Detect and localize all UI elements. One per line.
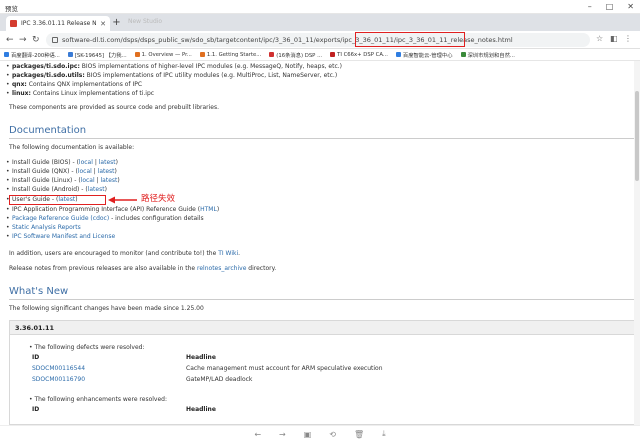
local-link[interactable]: local: [81, 177, 95, 184]
col-id: ID: [32, 354, 40, 361]
defect-headline: Cache management must account for ARM sp…: [186, 365, 383, 372]
vertical-scrollbar[interactable]: [634, 61, 640, 425]
image-icon[interactable]: ▣: [304, 430, 312, 439]
viewer-bottom-bar: ← → ▣ ⟲ 🗑 ⤓: [0, 425, 640, 442]
whats-new-intro: The following significant changes have b…: [9, 305, 204, 312]
list-item: qnx: Contains QNX implementations of IPC: [6, 81, 142, 88]
release-section: 3.36.01.11 • The following defects were …: [9, 320, 640, 425]
bookmark-favicon-icon: [67, 52, 73, 57]
list-item: Install Guide (Linux) - (local | latest): [6, 177, 120, 184]
window-controls: – □ ✕: [588, 2, 634, 11]
bookmark-favicon-icon: [199, 52, 205, 57]
ti-favicon-icon: [10, 20, 17, 27]
menu-dots-icon[interactable]: ⋮: [624, 34, 632, 43]
next-arrow-icon[interactable]: →: [279, 430, 286, 439]
list-item: Install Guide (QNX) - (local | latest): [6, 168, 117, 175]
ti-wiki-link[interactable]: TI Wiki: [218, 250, 238, 257]
doc-intro: The following documentation is available…: [9, 144, 135, 151]
star-icon[interactable]: ☆: [596, 34, 603, 43]
bookmark-favicon-icon: [460, 52, 466, 57]
url-highlight-box: [355, 32, 465, 47]
prev-arrow-icon[interactable]: ←: [254, 430, 261, 439]
latest-link[interactable]: latest: [99, 159, 116, 166]
package-reference-link[interactable]: Package Reference Guide (cdoc): [12, 215, 109, 222]
scrollbar-thumb[interactable]: [635, 91, 639, 181]
list-item: Install Guide (BIOS) - (local | latest): [6, 159, 118, 166]
release-version: 3.36.01.11: [10, 321, 640, 335]
bookmark-item[interactable]: TI C66x+ DSP CA...: [330, 52, 388, 58]
local-link[interactable]: local: [78, 168, 92, 175]
page-content: packages/ti.sdo.ipc: BIOS implementation…: [0, 61, 640, 425]
bookmark-item[interactable]: 1. Overview — Pr...: [134, 52, 192, 58]
tab-release-notes[interactable]: IPC 3.36.01.11 Release Notes ✕: [6, 16, 110, 31]
wiki-paragraph: In addition, users are encouraged to mon…: [9, 250, 241, 257]
latest-link[interactable]: latest: [88, 186, 105, 193]
window-title: 预览: [5, 5, 18, 13]
tab-close-icon[interactable]: ✕: [100, 20, 106, 28]
bookmark-item[interactable]: 深圳市规划和自然...: [460, 51, 515, 59]
latest-link[interactable]: latest: [98, 168, 115, 175]
bookmark-item[interactable]: 百度翻译-200种语...: [4, 51, 60, 59]
heading-rule: [9, 299, 640, 300]
whats-new-heading: What's New: [9, 286, 69, 297]
close-window-icon[interactable]: ✕: [627, 2, 634, 11]
list-item: packages/ti.sdo.ipc: BIOS implementation…: [6, 63, 342, 70]
bookmark-item[interactable]: [SK-19645] 【力我...: [67, 51, 127, 59]
col-headline: Headline: [186, 354, 216, 361]
maximize-icon[interactable]: □: [606, 2, 614, 11]
bookmark-favicon-icon: [269, 52, 275, 57]
list-item: Install Guide (Android) - (latest): [6, 186, 107, 193]
bookmark-item[interactable]: (16条消息) DSP ...: [269, 51, 322, 59]
bookmark-item[interactable]: 百度智能云-管理中心: [395, 51, 453, 59]
enhancements-intro: • The following enhancements were resolv…: [29, 396, 167, 403]
defect-id-link[interactable]: SDOCM00116790: [32, 376, 85, 383]
col-id: ID: [32, 406, 40, 413]
list-item: Static Analysis Reports: [6, 224, 81, 231]
relnotes-archive-link[interactable]: relnotes_archive: [197, 265, 246, 272]
window-titlebar: 预览 – □ ✕: [0, 0, 640, 14]
components-paragraph: These components are provided as source …: [9, 104, 220, 111]
api-html-link[interactable]: HTML: [200, 206, 217, 213]
list-item: IPC Application Programming Interface (A…: [6, 206, 219, 213]
static-analysis-link[interactable]: Static Analysis Reports: [12, 224, 81, 231]
documentation-heading: Documentation: [9, 125, 87, 136]
address-bar[interactable]: software-dl.ti.com/dsps/dsps_public_sw/s…: [46, 33, 590, 47]
ghost-tab-label: New Studio: [128, 18, 163, 25]
bookmark-item[interactable]: 1.1. Getting Starte...: [199, 52, 261, 58]
list-item: IPC Software Manifest and License: [6, 233, 115, 240]
back-arrow-icon[interactable]: ←: [6, 34, 14, 46]
bookmark-favicon-icon: [395, 52, 401, 57]
reload-icon[interactable]: ↻: [32, 34, 40, 46]
forward-arrow-icon[interactable]: →: [19, 34, 27, 46]
latest-link[interactable]: latest: [101, 177, 118, 184]
heading-rule: [9, 138, 640, 139]
bookmark-favicon-icon: [330, 52, 336, 57]
annotation-box: [9, 195, 106, 205]
list-item: Package Reference Guide (cdoc) - include…: [6, 215, 204, 222]
new-tab-plus-icon[interactable]: +: [110, 17, 123, 30]
extension-icon[interactable]: ◧: [610, 34, 618, 43]
bookmark-favicon-icon: [134, 52, 140, 57]
annotation-text: 路径失效: [141, 194, 176, 204]
defects-intro: • The following defects were resolved:: [29, 344, 145, 351]
list-item: linux: Contains Linux implementations of…: [6, 90, 154, 97]
tab-bar: IPC 3.36.01.11 Release Notes ✕ + New Stu…: [0, 14, 640, 31]
download-icon[interactable]: ⤓: [382, 429, 386, 439]
col-headline: Headline: [186, 406, 216, 413]
list-item: packages/ti.sdo.utils: BIOS implementati…: [6, 72, 337, 79]
delete-icon[interactable]: 🗑: [354, 430, 364, 439]
rotate-icon[interactable]: ⟲: [329, 430, 336, 439]
bookmark-favicon-icon: [4, 52, 9, 57]
browser-toolbar: ← → ↻ software-dl.ti.com/dsps/dsps_publi…: [0, 31, 640, 49]
annotation-arrow-icon: [108, 196, 137, 204]
defect-id-link[interactable]: SDOCM00116544: [32, 365, 85, 372]
lock-icon: [52, 37, 58, 43]
minimize-icon[interactable]: –: [588, 2, 592, 11]
tab-label: IPC 3.36.01.11 Release Notes: [21, 20, 97, 27]
defect-headline: GateMP/LAD deadlock: [186, 376, 253, 383]
archive-paragraph: Release notes from previous releases are…: [9, 265, 277, 272]
local-link[interactable]: local: [79, 159, 93, 166]
bookmarks-bar: 百度翻译-200种语... [SK-19645] 【力我... 1. Overv…: [0, 49, 640, 61]
manifest-link[interactable]: IPC Software Manifest and License: [12, 233, 115, 240]
